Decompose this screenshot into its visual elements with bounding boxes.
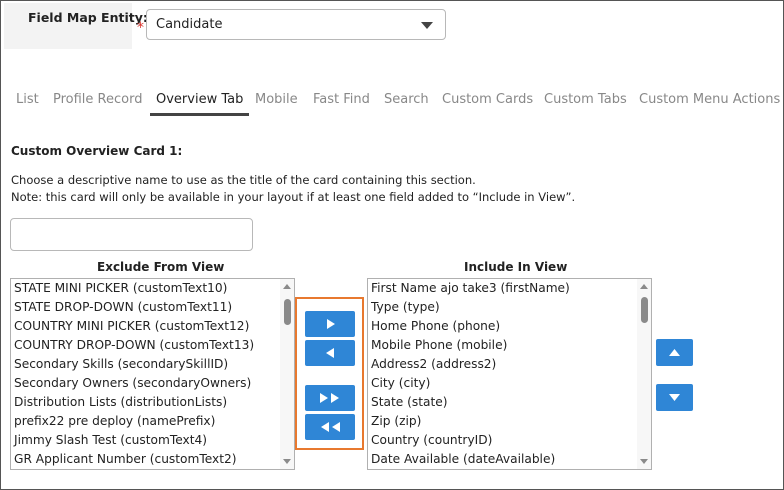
section-description: Choose a descriptive name to use as the …	[11, 173, 476, 187]
entity-select-value: Candidate	[156, 17, 223, 32]
include-scrollbar[interactable]	[637, 279, 651, 469]
list-item[interactable]: First Name ajo take3 (firstName)	[371, 279, 570, 298]
up-arrow-icon	[669, 349, 680, 356]
list-item[interactable]: Date Available (dateAvailable)	[371, 450, 555, 469]
exclude-scrollbar[interactable]	[280, 279, 294, 469]
list-item[interactable]: STATE DROP-DOWN (customText11)	[14, 298, 232, 317]
section-note: Note: this card will only be available i…	[11, 190, 576, 204]
double-right-arrow-icon	[320, 393, 339, 403]
include-listbox[interactable]: First Name ajo take3 (firstName) Type (t…	[367, 278, 652, 470]
list-item[interactable]: Home Phone (phone)	[371, 317, 500, 336]
tab-custom-cards[interactable]: Custom Cards	[442, 92, 533, 107]
tab-custom-tabs[interactable]: Custom Tabs	[544, 92, 627, 107]
list-item[interactable]: STATE MINI PICKER (customText10)	[14, 279, 227, 298]
scroll-up-icon[interactable]	[640, 284, 648, 289]
list-item[interactable]: Distribution Lists (distributionLists)	[14, 393, 227, 412]
chevron-down-icon	[421, 22, 433, 29]
tab-search[interactable]: Search	[384, 92, 429, 107]
entity-select[interactable]: Candidate	[146, 9, 446, 40]
list-item[interactable]: Mobile Phone (mobile)	[371, 336, 507, 355]
tab-overview[interactable]: Overview Tab	[149, 92, 250, 116]
required-marker: *	[137, 20, 144, 36]
list-item[interactable]: GR Applicant Number (customText2)	[14, 450, 237, 469]
list-item[interactable]: Zip (zip)	[371, 412, 421, 431]
tab-custom-menu-actions[interactable]: Custom Menu Actions	[639, 92, 780, 107]
list-item[interactable]: City (city)	[371, 374, 430, 393]
move-left-button[interactable]	[305, 340, 355, 366]
move-all-left-button[interactable]	[305, 414, 355, 440]
list-item[interactable]: Type (type)	[371, 298, 440, 317]
card-title-input[interactable]	[10, 218, 253, 251]
down-arrow-icon	[669, 394, 680, 401]
double-left-arrow-icon	[321, 422, 340, 432]
field-map-panel: Field Map Entity: * Candidate List Profi…	[0, 0, 784, 490]
left-arrow-icon	[326, 348, 334, 358]
list-item[interactable]: COUNTRY DROP-DOWN (customText13)	[14, 336, 254, 355]
scroll-up-icon[interactable]	[283, 284, 291, 289]
move-down-button[interactable]	[656, 384, 693, 411]
exclude-listbox[interactable]: STATE MINI PICKER (customText10) STATE D…	[10, 278, 295, 470]
right-arrow-icon	[327, 319, 335, 329]
tab-list[interactable]: List	[16, 92, 39, 107]
tab-bar: List Profile Record Overview Tab Mobile …	[1, 89, 783, 117]
scroll-down-icon[interactable]	[640, 459, 648, 464]
list-item[interactable]: Address2 (address2)	[371, 355, 496, 374]
list-item[interactable]: State (state)	[371, 393, 448, 412]
scroll-thumb[interactable]	[641, 297, 648, 323]
list-item[interactable]: Secondary Owners (secondaryOwners)	[14, 374, 251, 393]
tab-profile-record[interactable]: Profile Record	[53, 92, 142, 107]
scroll-thumb[interactable]	[284, 299, 291, 325]
list-item[interactable]: Jimmy Slash Test (customText4)	[14, 431, 207, 450]
include-list-title: Include In View	[464, 260, 568, 274]
list-item[interactable]: Secondary Skills (secondarySkillID)	[14, 355, 228, 374]
list-item[interactable]: Country (countryID)	[371, 431, 492, 450]
list-item[interactable]: COUNTRY MINI PICKER (customText12)	[14, 317, 249, 336]
list-item[interactable]: prefix22 pre deploy (namePrefix)	[14, 412, 215, 431]
tab-fast-find[interactable]: Fast Find	[313, 92, 370, 107]
move-all-right-button[interactable]	[305, 385, 355, 411]
tab-mobile[interactable]: Mobile	[255, 92, 298, 107]
section-title: Custom Overview Card 1:	[11, 144, 183, 158]
entity-label: Field Map Entity:	[28, 10, 148, 25]
move-right-button[interactable]	[305, 311, 355, 337]
move-up-button[interactable]	[656, 339, 693, 366]
exclude-list-title: Exclude From View	[97, 260, 225, 274]
scroll-down-icon[interactable]	[283, 459, 291, 464]
